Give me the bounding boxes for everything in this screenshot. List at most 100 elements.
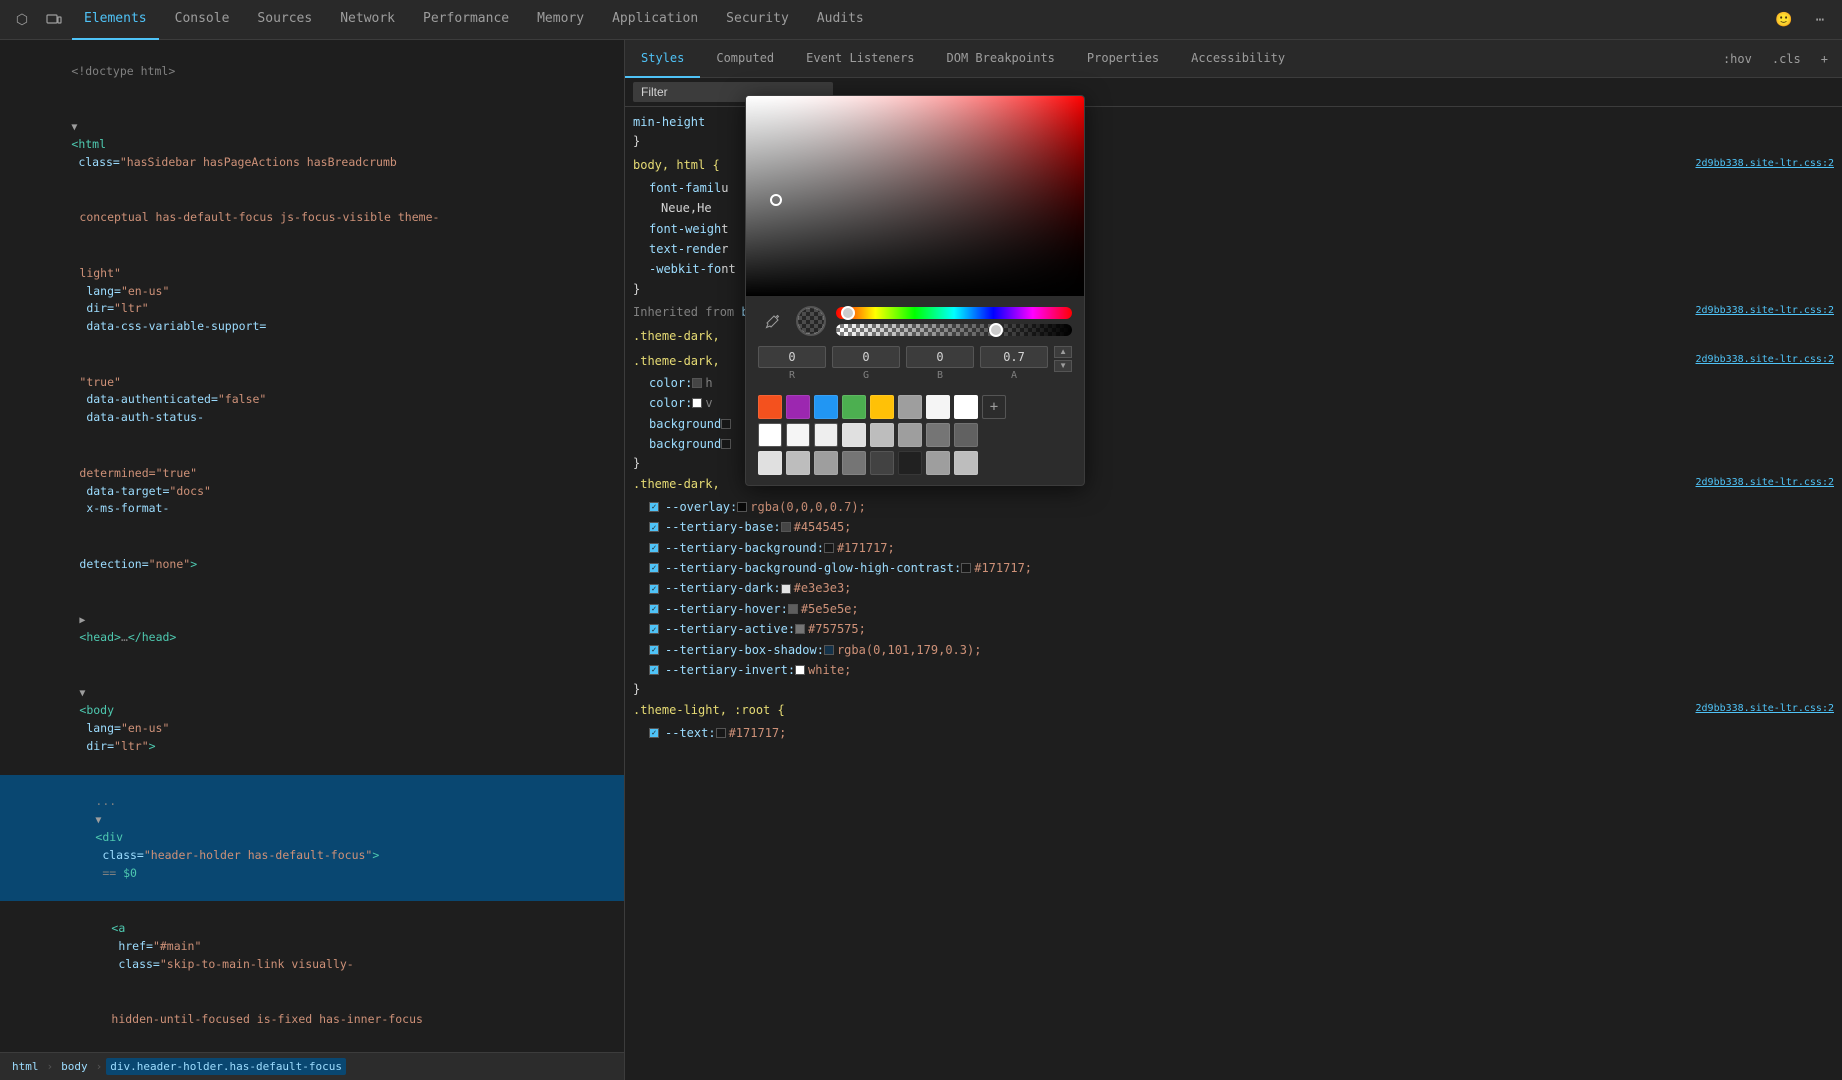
swatch[interactable] (954, 451, 978, 475)
tertiary-box-shadow-checkbox[interactable] (649, 645, 659, 655)
tertiary-box-shadow-swatch[interactable] (824, 645, 834, 655)
device-icon[interactable] (40, 6, 68, 34)
swatch[interactable] (898, 451, 922, 475)
html-line-selected[interactable]: ... <div class="header-holder has-defaul… (0, 775, 624, 902)
html-line[interactable]: hidden-until-focused is-fixed has-inner-… (0, 992, 624, 1047)
swatch[interactable] (870, 423, 894, 447)
tertiary-dark-swatch[interactable] (781, 584, 791, 594)
tab-dom-breakpoints[interactable]: DOM Breakpoints (931, 40, 1071, 78)
css-source3[interactable]: 2d9bb338.site-ltr.css:2 (1696, 474, 1834, 491)
tab-audits[interactable]: Audits (805, 0, 876, 40)
tab-performance[interactable]: Performance (411, 0, 521, 40)
hov-button[interactable]: :hov (1717, 50, 1758, 68)
swatch[interactable] (926, 451, 950, 475)
text-var-swatch[interactable] (716, 728, 726, 738)
overlay-swatch[interactable] (737, 502, 747, 512)
overlay-checkbox[interactable] (649, 502, 659, 512)
hue-thumb[interactable] (841, 306, 855, 320)
color-swatch[interactable] (721, 419, 731, 429)
html-line[interactable]: detection="none"> (0, 537, 624, 592)
swatch[interactable] (786, 423, 810, 447)
alpha-thumb[interactable] (989, 323, 1003, 337)
add-swatch[interactable]: + (982, 395, 1006, 419)
tab-styles[interactable]: Styles (625, 40, 700, 78)
html-line[interactable]: <!doctype html> (0, 44, 624, 99)
cls-button[interactable]: .cls (1766, 50, 1807, 68)
breadcrumb-div[interactable]: div.header-holder.has-default-focus (106, 1058, 346, 1075)
tab-accessibility[interactable]: Accessibility (1175, 40, 1301, 78)
swatch[interactable] (926, 395, 950, 419)
spinner-up[interactable]: ▲ (1054, 346, 1072, 358)
r-input[interactable] (758, 346, 826, 368)
swatch[interactable] (842, 395, 866, 419)
tab-network[interactable]: Network (328, 0, 407, 40)
swatch[interactable] (898, 395, 922, 419)
css-source2[interactable]: 2d9bb338.site-ltr.css:2 (1696, 351, 1834, 368)
color-gradient[interactable] (746, 96, 1084, 296)
swatch[interactable] (758, 451, 782, 475)
tab-memory[interactable]: Memory (525, 0, 596, 40)
cursor-icon[interactable]: ⬡ (8, 6, 36, 34)
html-line[interactable]: <a href="#main" class="skip-to-main-link… (0, 901, 624, 992)
tab-application[interactable]: Application (600, 0, 710, 40)
css-source[interactable]: 2d9bb338.site-ltr.css:2 (1696, 155, 1834, 172)
tab-sources[interactable]: Sources (245, 0, 324, 40)
swatch[interactable] (870, 395, 894, 419)
swatch[interactable] (926, 423, 950, 447)
tertiary-active-swatch[interactable] (795, 624, 805, 634)
more-menu-icon[interactable]: ⋯ (1806, 6, 1834, 34)
color-swatch[interactable] (721, 439, 731, 449)
swatch[interactable] (786, 395, 810, 419)
alpha-slider[interactable] (836, 324, 1072, 336)
tertiary-active-checkbox[interactable] (649, 624, 659, 634)
tertiary-hover-checkbox[interactable] (649, 604, 659, 614)
tertiary-bg-checkbox[interactable] (649, 543, 659, 553)
tab-properties[interactable]: Properties (1071, 40, 1175, 78)
g-input[interactable] (832, 346, 900, 368)
a-input[interactable] (980, 346, 1048, 368)
text-var-checkbox[interactable] (649, 728, 659, 738)
emoji-icon[interactable]: 🙂 (1770, 6, 1798, 34)
tab-elements[interactable]: Elements (72, 0, 159, 40)
b-input[interactable] (906, 346, 974, 368)
css-source[interactable]: 2d9bb338.site-ltr.css:2 (1696, 302, 1834, 319)
swatch[interactable] (758, 395, 782, 419)
swatch[interactable] (758, 423, 782, 447)
tab-computed[interactable]: Computed (700, 40, 790, 78)
swatch[interactable] (786, 451, 810, 475)
add-rule-button[interactable]: + (1815, 50, 1834, 68)
color-preview[interactable] (796, 306, 826, 336)
color-swatch[interactable] (692, 378, 702, 388)
tertiary-base-checkbox[interactable] (649, 522, 659, 532)
hue-slider[interactable] (836, 307, 1072, 319)
css-source4[interactable]: 2d9bb338.site-ltr.css:2 (1696, 700, 1834, 717)
html-line[interactable]: light" lang="en-us" dir="ltr" data-css-v… (0, 246, 624, 355)
swatch[interactable] (814, 395, 838, 419)
tertiary-invert-checkbox[interactable] (649, 665, 659, 675)
tertiary-base-swatch[interactable] (781, 522, 791, 532)
tertiary-dark-checkbox[interactable] (649, 584, 659, 594)
tertiary-bg-glow-checkbox[interactable] (649, 563, 659, 573)
swatch[interactable] (842, 423, 866, 447)
spinner-down[interactable]: ▼ (1054, 360, 1072, 372)
html-line[interactable]: <html class="hasSidebar hasPageActions h… (0, 99, 624, 190)
html-line[interactable]: conceptual has-default-focus js-focus-vi… (0, 191, 624, 246)
swatch[interactable] (954, 395, 978, 419)
swatch[interactable] (870, 451, 894, 475)
html-line[interactable]: "true" data-authenticated="false" data-a… (0, 355, 624, 446)
swatch[interactable] (814, 451, 838, 475)
tertiary-invert-swatch[interactable] (795, 665, 805, 675)
swatch[interactable] (814, 423, 838, 447)
eyedropper-button[interactable] (758, 307, 786, 335)
swatch[interactable] (842, 451, 866, 475)
html-line[interactable]: determined="true" data-target="docs" x-m… (0, 446, 624, 537)
breadcrumb-body[interactable]: body (57, 1058, 92, 1075)
tab-event-listeners[interactable]: Event Listeners (790, 40, 930, 78)
tertiary-bg-swatch[interactable] (824, 543, 834, 553)
tab-security[interactable]: Security (714, 0, 801, 40)
tertiary-hover-swatch[interactable] (788, 604, 798, 614)
tab-console[interactable]: Console (163, 0, 242, 40)
breadcrumb-html[interactable]: html (8, 1058, 43, 1075)
color-swatch[interactable] (692, 398, 702, 408)
html-line[interactable]: <body lang="en-us" dir="ltr"> (0, 666, 624, 775)
